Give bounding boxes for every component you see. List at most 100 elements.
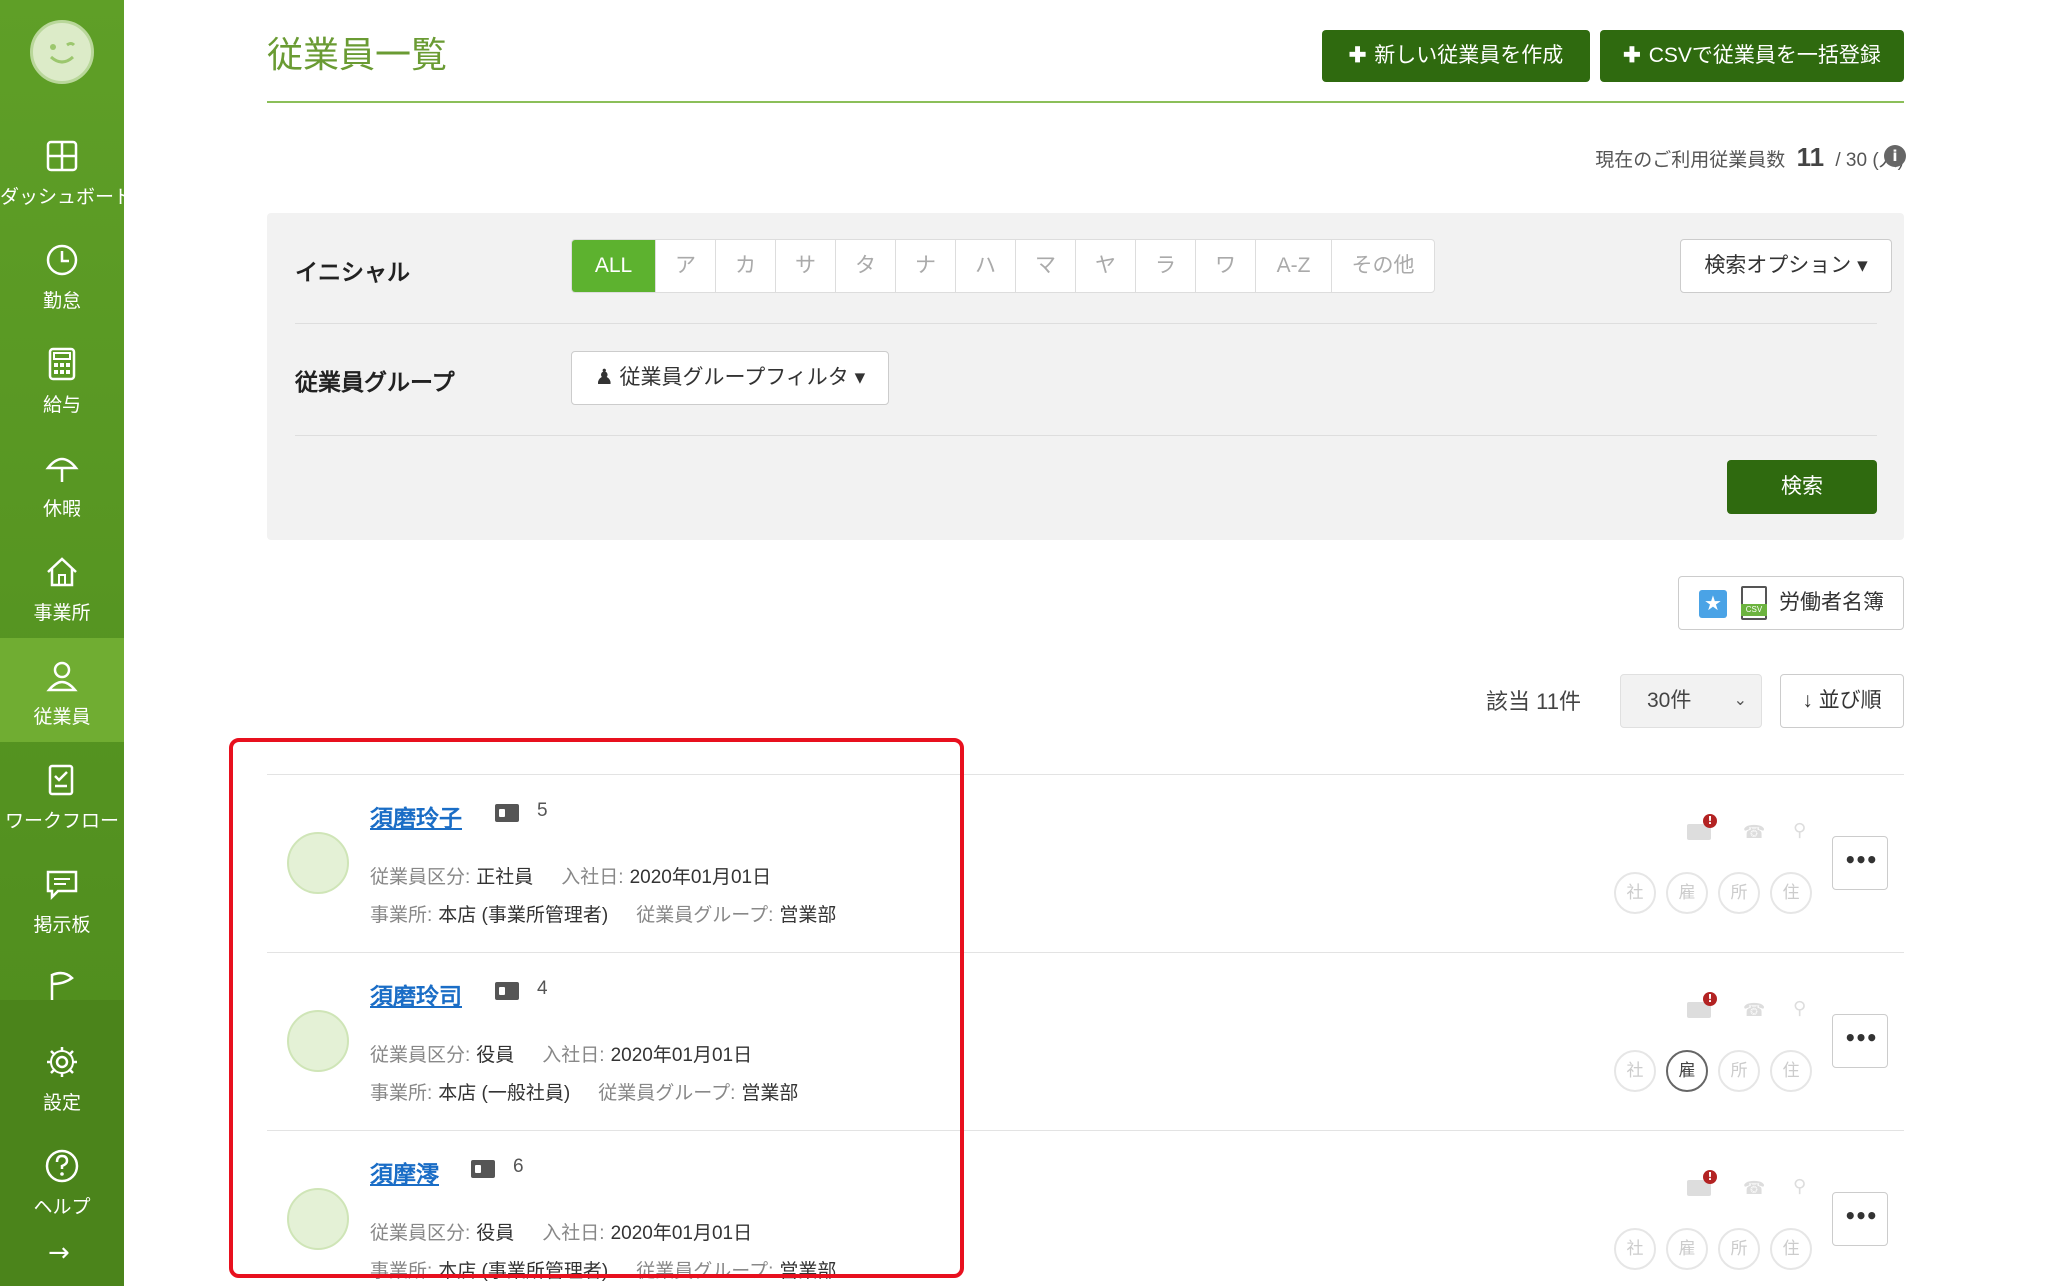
home-icon bbox=[47, 557, 77, 587]
sidebar-item-label: 掲示板 bbox=[33, 914, 91, 936]
employee-office: 本店 (事業所管理者) bbox=[438, 1261, 609, 1282]
sort-label: 並び順 bbox=[1818, 689, 1882, 712]
group-filter-label: 従業員グループフィルタ ▾ bbox=[619, 366, 866, 389]
expand-arrow-icon[interactable]: → bbox=[48, 1238, 70, 1268]
sidebar-item-label: 設定 bbox=[42, 1092, 81, 1114]
search-button[interactable]: 検索 bbox=[1727, 460, 1877, 514]
csv-import-label: CSVで従業員を一括登録 bbox=[1648, 44, 1881, 67]
sidebar-item-label: 給与 bbox=[42, 394, 81, 416]
insurance-badges: 社 雇 所 住 bbox=[1614, 1228, 1812, 1270]
employee-avatar[interactable] bbox=[287, 1010, 349, 1072]
initial-ma[interactable]: マ bbox=[1016, 240, 1076, 292]
sidebar-item-employees[interactable]: 従業員 bbox=[0, 638, 124, 742]
csv-import-button[interactable]: ✚ CSVで従業員を一括登録 bbox=[1600, 30, 1904, 82]
employee-avatar[interactable] bbox=[287, 832, 349, 894]
initial-label: イニシャル bbox=[295, 259, 410, 285]
sidebar-item-dashboard[interactable]: ダッシュボード bbox=[0, 118, 133, 222]
join-label: 入社日: bbox=[542, 1223, 605, 1244]
initial-ra[interactable]: ラ bbox=[1136, 240, 1196, 292]
sidebar-item-settings[interactable]: 設定 bbox=[0, 1024, 124, 1128]
initial-az[interactable]: A-Z bbox=[1256, 240, 1332, 292]
employee-group: 営業部 bbox=[741, 1083, 799, 1104]
sidebar-item-label: ヘルプ bbox=[33, 1196, 91, 1218]
search-panel: イニシャル ALL ア カ サ タ ナ ハ マ ヤ ラ ワ A-Z その他 検索… bbox=[267, 213, 1904, 540]
badge-social: 社 bbox=[1614, 1228, 1656, 1270]
initial-ka[interactable]: カ bbox=[716, 240, 776, 292]
star-icon: ★ bbox=[1699, 590, 1727, 618]
gear-icon bbox=[47, 1047, 77, 1077]
initial-all[interactable]: ALL bbox=[572, 240, 656, 292]
create-employee-button[interactable]: ✚ 新しい従業員を作成 bbox=[1322, 30, 1590, 82]
employee-name-link[interactable]: 須磨玲子 bbox=[370, 799, 462, 833]
phone-icon: ☎ bbox=[1743, 1178, 1766, 1199]
sort-button[interactable]: ↓ 並び順 bbox=[1780, 674, 1904, 728]
title-divider bbox=[267, 101, 1904, 103]
badge-income: 所 bbox=[1718, 872, 1760, 914]
alert-icon: ! bbox=[1703, 992, 1717, 1006]
initial-ta[interactable]: タ bbox=[836, 240, 896, 292]
badge-employment: 雇 bbox=[1666, 1050, 1708, 1092]
dashboard-icon bbox=[46, 140, 78, 172]
message-icon bbox=[46, 870, 78, 901]
sidebar-item-board[interactable]: 掲示板 bbox=[0, 846, 124, 950]
sort-icon: ↓ bbox=[1802, 689, 1819, 712]
location-pin-icon: ⚲ bbox=[1793, 998, 1807, 1019]
alert-icon: ! bbox=[1703, 1170, 1717, 1184]
sidebar-item-attendance[interactable]: 勤怠 bbox=[0, 222, 124, 326]
per-page-value: 30件 bbox=[1647, 689, 1692, 712]
sidebar-item-leave[interactable]: 休暇 bbox=[0, 430, 124, 534]
employee-office: 本店 (事業所管理者) bbox=[438, 905, 609, 926]
result-count: 該当 11件 bbox=[1486, 689, 1581, 714]
group-label: 従業員グループ: bbox=[598, 1083, 736, 1104]
badge-resident: 住 bbox=[1770, 1050, 1812, 1092]
initial-ya[interactable]: ヤ bbox=[1076, 240, 1136, 292]
sidebar-item-label: 勤怠 bbox=[42, 290, 81, 312]
initial-sa[interactable]: サ bbox=[776, 240, 836, 292]
employee-name-link[interactable]: 須摩澪 bbox=[370, 1155, 439, 1189]
type-label: 従業員区分: bbox=[370, 1045, 471, 1066]
employee-number: 6 bbox=[513, 1156, 524, 1177]
roster-csv-button[interactable]: ★ CSV 労働者名簿 bbox=[1678, 576, 1904, 630]
umbrella-icon bbox=[45, 457, 79, 482]
more-actions-button[interactable]: ••• bbox=[1832, 1192, 1888, 1246]
badge-social: 社 bbox=[1614, 1050, 1656, 1092]
initial-other[interactable]: その他 bbox=[1332, 240, 1434, 292]
panel-divider bbox=[295, 323, 1877, 324]
plus-icon: ✚ bbox=[1348, 44, 1367, 67]
per-page-select[interactable]: 30件 ⌄ bbox=[1620, 674, 1762, 728]
info-icon[interactable]: i bbox=[1884, 145, 1906, 167]
clock-icon bbox=[46, 244, 78, 276]
group-label: 従業員グループ: bbox=[636, 905, 774, 926]
more-actions-button[interactable]: ••• bbox=[1832, 1014, 1888, 1068]
initial-ha[interactable]: ハ bbox=[956, 240, 1016, 292]
user-icon: ♟ bbox=[594, 366, 620, 389]
avatar[interactable] bbox=[30, 20, 94, 84]
sidebar-item-payroll[interactable]: 給与 bbox=[0, 326, 124, 430]
chevron-down-icon: ⌄ bbox=[1733, 692, 1747, 709]
group-label: 従業員グループ: bbox=[636, 1261, 774, 1282]
initial-a[interactable]: ア bbox=[656, 240, 716, 292]
employee-group: 営業部 bbox=[779, 905, 837, 926]
id-card-icon bbox=[495, 804, 519, 822]
employee-type: 役員 bbox=[476, 1045, 515, 1066]
join-date: 2020年01月01日 bbox=[610, 1223, 753, 1244]
employee-number: 5 bbox=[537, 800, 548, 821]
office-label: 事業所: bbox=[370, 905, 433, 926]
usage-label: 現在のご利用従業員数 bbox=[1595, 150, 1786, 171]
search-options-dropdown[interactable]: 検索オプション ▾ bbox=[1680, 239, 1892, 293]
initial-na[interactable]: ナ bbox=[896, 240, 956, 292]
group-filter-dropdown[interactable]: ♟ 従業員グループフィルタ ▾ bbox=[571, 351, 889, 405]
employee-type: 役員 bbox=[476, 1223, 515, 1244]
sidebar-item-help[interactable]: ヘルプ bbox=[0, 1128, 124, 1232]
sidebar-item-label: ワークフロー bbox=[4, 810, 119, 832]
initial-wa[interactable]: ワ bbox=[1196, 240, 1256, 292]
calculator-icon bbox=[48, 347, 76, 381]
sidebar-item-office[interactable]: 事業所 bbox=[0, 534, 124, 638]
more-actions-button[interactable]: ••• bbox=[1832, 836, 1888, 890]
sidebar: ダッシュボード 勤怠 給与 休暇 事業所 従業員 ワークフロー 掲示板 設定 ヘ… bbox=[0, 0, 133, 1286]
sidebar-item-workflow[interactable]: ワークフロー bbox=[0, 742, 124, 846]
employee-name-link[interactable]: 須磨玲司 bbox=[370, 977, 462, 1011]
employee-avatar[interactable] bbox=[287, 1188, 349, 1250]
badge-employment: 雇 bbox=[1666, 1228, 1708, 1270]
badge-resident: 住 bbox=[1770, 872, 1812, 914]
